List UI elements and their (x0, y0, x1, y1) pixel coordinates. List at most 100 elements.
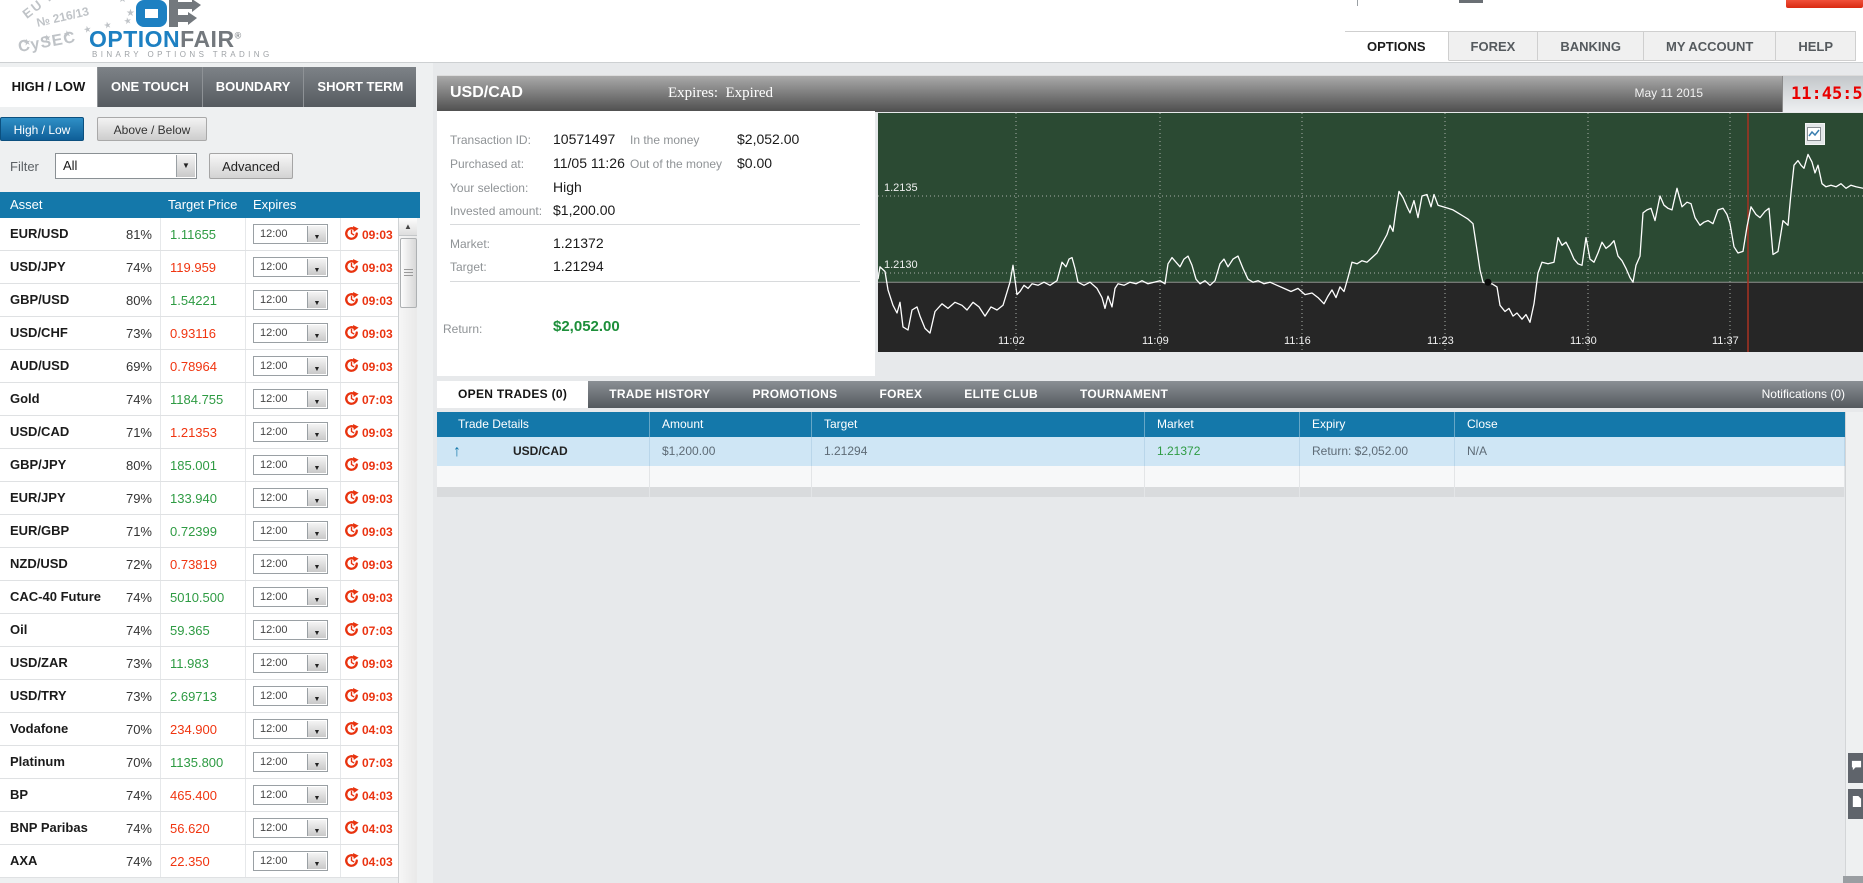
expiry-select[interactable]: 12:00 ▼ (253, 422, 328, 442)
asset-row[interactable]: BNP Paribas 74% 56.620 12:00 ▼ (0, 812, 398, 845)
column-divider (160, 680, 161, 712)
trade-row: ↑ USD/CAD $1,200.00 1.21294 1.21372 Retu… (437, 437, 1845, 466)
main-nav-tab[interactable]: MY ACCOUNT (1644, 31, 1776, 61)
asset-name: Platinum (10, 754, 65, 769)
chevron-down-icon[interactable]: ▼ (307, 490, 326, 506)
bottom-tab[interactable]: ELITE CLUB (943, 381, 1059, 408)
expiry-select[interactable]: 12:00 ▼ (253, 455, 328, 475)
support-chat-button[interactable] (1848, 753, 1863, 783)
above-below-mode-button[interactable]: Above / Below (97, 117, 207, 141)
asset-row[interactable]: Oil 74% 59.365 12:00 ▼ (0, 614, 398, 647)
chevron-down-icon[interactable]: ▼ (307, 292, 326, 308)
chevron-down-icon[interactable]: ▼ (307, 358, 326, 374)
chevron-down-icon[interactable]: ▼ (307, 688, 326, 704)
chevron-down-icon[interactable]: ▼ (307, 820, 326, 836)
filter-select[interactable]: All ▼ (55, 153, 197, 179)
asset-row[interactable]: GBP/USD 80% 1.54221 12:00 ▼ (0, 284, 398, 317)
top-toolbar-cutoff (1459, 0, 1483, 3)
chart-expand-button[interactable] (1805, 123, 1825, 145)
chevron-down-icon[interactable]: ▼ (307, 457, 326, 473)
trade-close: N/A (1455, 437, 1845, 466)
chevron-down-icon[interactable]: ▼ (176, 155, 195, 177)
countdown-clock-icon (344, 754, 359, 769)
asset-list-scrollbar[interactable]: ▲ (398, 218, 417, 883)
expiry-select[interactable]: 12:00 ▼ (253, 224, 328, 244)
chevron-down-icon[interactable]: ▼ (307, 787, 326, 803)
expiry-select[interactable]: 12:00 ▼ (253, 554, 328, 574)
scrollbar-up-arrow-icon[interactable]: ▲ (399, 218, 417, 236)
chevron-down-icon[interactable]: ▼ (307, 589, 326, 605)
asset-row[interactable]: USD/JPY 74% 119.959 12:00 ▼ (0, 251, 398, 284)
option-type-tab[interactable]: BOUNDARY (202, 67, 304, 107)
countdown-clock-icon (344, 358, 359, 373)
chevron-down-icon[interactable]: ▼ (307, 226, 326, 242)
expiry-select[interactable]: 12:00 ▼ (253, 686, 328, 706)
bottom-tab[interactable]: TOURNAMENT (1059, 381, 1189, 408)
asset-row[interactable]: NZD/USD 72% 0.73819 12:00 ▼ (0, 548, 398, 581)
bottom-tab[interactable]: OPEN TRADES (0) (437, 381, 588, 408)
support-docs-button[interactable] (1848, 789, 1863, 819)
expiry-select[interactable]: 12:00 ▼ (253, 323, 328, 343)
high-low-mode-button[interactable]: High / Low (0, 117, 84, 141)
expiry-select[interactable]: 12:00 ▼ (253, 851, 328, 871)
main-nav-tab[interactable]: OPTIONS (1345, 31, 1449, 61)
expiry-select[interactable]: 12:00 ▼ (253, 587, 328, 607)
expiry-select[interactable]: 12:00 ▼ (253, 290, 328, 310)
main-nav-tab[interactable]: BANKING (1538, 31, 1644, 61)
asset-row[interactable]: EUR/USD 81% 1.11655 12:00 ▼ (0, 218, 398, 251)
expiry-select[interactable]: 12:00 ▼ (253, 719, 328, 739)
asset-row[interactable]: BP 74% 465.400 12:00 ▼ (0, 779, 398, 812)
chevron-down-icon[interactable]: ▼ (307, 325, 326, 341)
asset-row[interactable]: Gold 74% 1184.755 12:00 ▼ (0, 383, 398, 416)
expiry-select[interactable]: 12:00 ▼ (253, 356, 328, 376)
bottom-tab[interactable]: PROMOTIONS (731, 381, 858, 408)
expiry-select[interactable]: 12:00 ▼ (253, 752, 328, 772)
chevron-down-icon[interactable]: ▼ (307, 721, 326, 737)
chevron-down-icon[interactable]: ▼ (307, 424, 326, 440)
chevron-down-icon[interactable]: ▼ (307, 523, 326, 539)
option-type-tab[interactable]: HIGH / LOW (0, 67, 97, 107)
expiry-select[interactable]: 12:00 ▼ (253, 257, 328, 277)
asset-row[interactable]: AXA 74% 22.350 12:00 ▼ (0, 845, 398, 878)
asset-row[interactable]: EUR/GBP 71% 0.72399 12:00 ▼ (0, 515, 398, 548)
bottom-tab[interactable]: TRADE HISTORY (588, 381, 731, 408)
column-divider (245, 845, 246, 877)
chevron-down-icon[interactable]: ▼ (307, 622, 326, 638)
expiry-select[interactable]: 12:00 ▼ (253, 818, 328, 838)
chevron-down-icon[interactable]: ▼ (307, 556, 326, 572)
trade-market: 1.21372 (1145, 437, 1300, 466)
asset-row[interactable]: Platinum 70% 1135.800 12:00 ▼ (0, 746, 398, 779)
asset-row[interactable]: CAC-40 Future 74% 5010.500 12:00 ▼ (0, 581, 398, 614)
scrollbar-thumb[interactable] (400, 238, 417, 308)
asset-row[interactable]: EUR/JPY 79% 133.940 12:00 ▼ (0, 482, 398, 515)
option-type-tab[interactable]: SHORT TERM (303, 67, 416, 107)
advanced-button[interactable]: Advanced (209, 153, 293, 179)
top-banner-cutoff[interactable] (1786, 0, 1863, 8)
expiry-select[interactable]: 12:00 ▼ (253, 620, 328, 640)
expiry-select[interactable]: 12:00 ▼ (253, 653, 328, 673)
expiry-select[interactable]: 12:00 ▼ (253, 488, 328, 508)
expiry-select[interactable]: 12:00 ▼ (253, 785, 328, 805)
asset-row[interactable]: USD/ZAR 73% 11.983 12:00 ▼ (0, 647, 398, 680)
seal-star: ★ (118, 0, 127, 5)
notifications-link[interactable]: Notifications (0) (1762, 387, 1845, 401)
asset-row[interactable]: AUD/USD 69% 0.78964 12:00 ▼ (0, 350, 398, 383)
asset-row[interactable]: Vodafone 70% 234.900 12:00 ▼ (0, 713, 398, 746)
asset-row[interactable]: USD/CAD 71% 1.21353 12:00 ▼ (0, 416, 398, 449)
time-remaining: 07:03 (362, 393, 393, 407)
main-nav-tab[interactable]: FOREX (1449, 31, 1539, 61)
chevron-down-icon[interactable]: ▼ (307, 853, 326, 869)
trade-amount: $1,200.00 (650, 437, 812, 466)
asset-row[interactable]: GBP/JPY 80% 185.001 12:00 ▼ (0, 449, 398, 482)
expiry-select[interactable]: 12:00 ▼ (253, 389, 328, 409)
asset-row[interactable]: USD/CHF 73% 0.93116 12:00 ▼ (0, 317, 398, 350)
chevron-down-icon[interactable]: ▼ (307, 259, 326, 275)
asset-row[interactable]: USD/TRY 73% 2.69713 12:00 ▼ (0, 680, 398, 713)
main-nav-tab[interactable]: HELP (1776, 31, 1856, 61)
option-type-tab[interactable]: ONE TOUCH (97, 67, 202, 107)
expiry-select[interactable]: 12:00 ▼ (253, 521, 328, 541)
bottom-tab[interactable]: FOREX (858, 381, 943, 408)
chevron-down-icon[interactable]: ▼ (307, 754, 326, 770)
chevron-down-icon[interactable]: ▼ (307, 391, 326, 407)
chevron-down-icon[interactable]: ▼ (307, 655, 326, 671)
